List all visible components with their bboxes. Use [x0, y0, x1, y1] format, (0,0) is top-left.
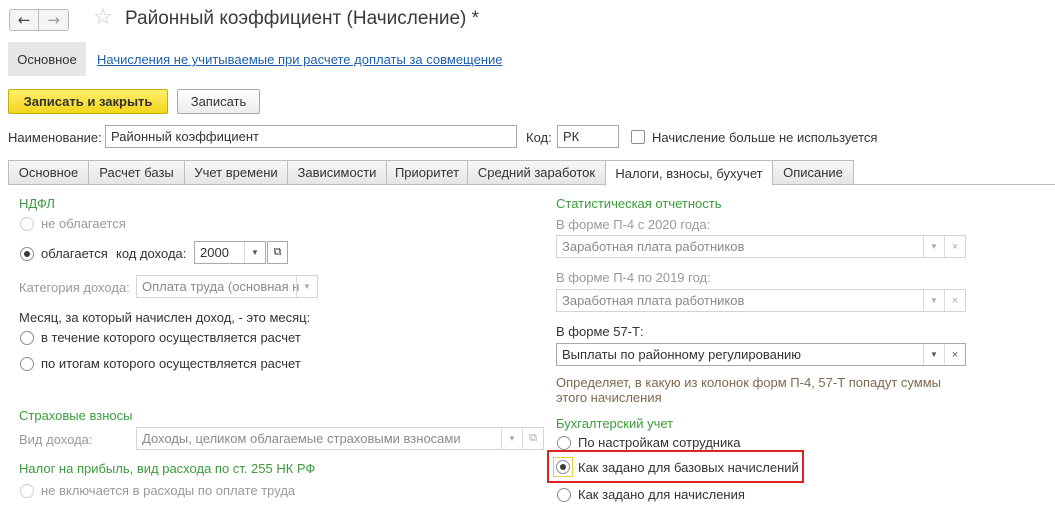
profit-tax-heading: Налог на прибыль, вид расхода по ст. 255… — [19, 461, 316, 476]
income-code-select[interactable]: 2000 ▼ — [194, 241, 266, 264]
unused-label: Начисление больше не используется — [652, 130, 878, 145]
income-code-value: 2000 — [200, 245, 229, 260]
insurance-income-type-label: Вид дохода: — [19, 432, 93, 447]
arrow-left-icon: ← — [17, 11, 31, 29]
tab-priority[interactable]: Приоритет — [386, 160, 468, 185]
section-link-combining[interactable]: Начисления не учитываемые при расчете до… — [97, 52, 503, 67]
accounting-employee-radio[interactable] — [557, 436, 571, 450]
f57t-value: Выплаты по районному регулированию — [562, 347, 802, 362]
accounting-heading: Бухгалтерский учет — [556, 416, 674, 431]
favorite-star-icon[interactable]: ☆ — [93, 5, 113, 30]
code-value: РК — [563, 129, 580, 144]
tab-description[interactable]: Описание — [772, 160, 854, 185]
save-button[interactable]: Записать — [177, 89, 260, 114]
name-label: Наименование: — [8, 130, 102, 145]
clear-icon[interactable]: × — [944, 290, 965, 311]
month-after-radio[interactable] — [20, 357, 34, 371]
name-value: Районный коэффициент — [111, 129, 259, 144]
income-category-value: Оплата труда (основная н — [142, 279, 300, 294]
profit-tax-option-label: не включается в расходы по оплате труда — [41, 483, 296, 498]
ndfl-not-taxed-label: не облагается — [41, 216, 126, 231]
chevron-down-icon[interactable]: ▼ — [923, 290, 944, 311]
tab-dependencies[interactable]: Зависимости — [287, 160, 387, 185]
profit-tax-radio[interactable] — [20, 484, 34, 498]
income-month-label: Месяц, за который начислен доход, - это … — [19, 310, 311, 325]
accounting-base-radio[interactable] — [556, 460, 570, 474]
f57t-select[interactable]: Выплаты по районному регулированию ▼ × — [556, 343, 966, 366]
clear-icon[interactable]: × — [944, 344, 965, 365]
insurance-income-type-select[interactable]: Доходы, целиком облагаемые страховыми вз… — [136, 427, 544, 450]
chevron-down-icon[interactable]: ▼ — [244, 242, 265, 263]
clear-icon[interactable]: × — [944, 236, 965, 257]
month-during-radio[interactable] — [20, 331, 34, 345]
chevron-down-icon[interactable]: ▼ — [501, 428, 522, 449]
insurance-heading: Страховые взносы — [19, 408, 133, 423]
tab-base-calc[interactable]: Расчет базы — [88, 160, 185, 185]
income-code-label: код дохода: — [116, 246, 187, 261]
p4-2020-value: Заработная плата работников — [562, 239, 745, 254]
ndfl-heading: НДФЛ — [19, 196, 55, 211]
p4-2020-label: В форме П-4 с 2020 года: — [556, 217, 711, 232]
section-main[interactable]: Основное — [8, 42, 86, 76]
accounting-accrual-radio[interactable] — [557, 488, 571, 502]
chevron-down-icon[interactable]: ▼ — [296, 276, 317, 297]
ndfl-taxed-label: облагается — [41, 246, 108, 261]
accounting-base-label: Как задано для базовых начислений — [578, 460, 799, 475]
insurance-income-type-value: Доходы, целиком облагаемые страховыми вз… — [142, 431, 461, 446]
p4-2019-label: В форме П-4 по 2019 год: — [556, 270, 711, 285]
chevron-down-icon[interactable]: ▼ — [923, 236, 944, 257]
p4-2020-select[interactable]: Заработная плата работников ▼ × — [556, 235, 966, 258]
p4-2019-select[interactable]: Заработная плата работников ▼ × — [556, 289, 966, 312]
accounting-accrual-label: Как задано для начисления — [578, 487, 745, 502]
statistics-hint-line-2: этого начисления — [556, 390, 662, 405]
income-category-select[interactable]: Оплата труда (основная н ▼ — [136, 275, 318, 298]
ndfl-not-taxed-radio[interactable] — [20, 217, 34, 231]
tab-taxes[interactable]: Налоги, взносы, бухучет — [605, 160, 773, 186]
f57t-label: В форме 57-Т: — [556, 324, 644, 339]
save-and-close-button[interactable]: Записать и закрыть — [8, 89, 168, 114]
tab-average-earnings[interactable]: Средний заработок — [467, 160, 606, 185]
open-form-icon[interactable]: ⧉ — [522, 428, 543, 449]
ndfl-taxed-radio[interactable] — [20, 247, 34, 261]
month-after-label: по итогам которого осуществляется расчет — [41, 356, 301, 371]
arrow-right-icon: → — [47, 11, 60, 29]
accounting-employee-label: По настройкам сотрудника — [578, 435, 741, 450]
window-title: Районный коэффициент (Начисление) * — [125, 8, 480, 29]
month-during-label: в течение которого осуществляется расчет — [41, 330, 301, 345]
open-income-code-button[interactable]: ⧉ — [267, 241, 288, 264]
forward-button[interactable]: → — [39, 9, 69, 31]
code-label: Код: — [526, 130, 552, 145]
back-button[interactable]: ← — [9, 9, 39, 31]
unused-checkbox[interactable] — [631, 130, 645, 144]
code-input[interactable]: РК — [557, 125, 619, 148]
statistics-heading: Статистическая отчетность — [556, 196, 722, 211]
chevron-down-icon[interactable]: ▼ — [923, 344, 944, 365]
tab-main[interactable]: Основное — [8, 160, 89, 185]
statistics-hint-line-1: Определяет, в какую из колонок форм П-4,… — [556, 375, 942, 390]
p4-2019-value: Заработная плата работников — [562, 293, 745, 308]
open-form-icon: ⧉ — [273, 246, 282, 258]
name-input[interactable]: Районный коэффициент — [105, 125, 517, 148]
tab-time-accounting[interactable]: Учет времени — [184, 160, 288, 185]
income-category-label: Категория дохода: — [19, 280, 130, 295]
